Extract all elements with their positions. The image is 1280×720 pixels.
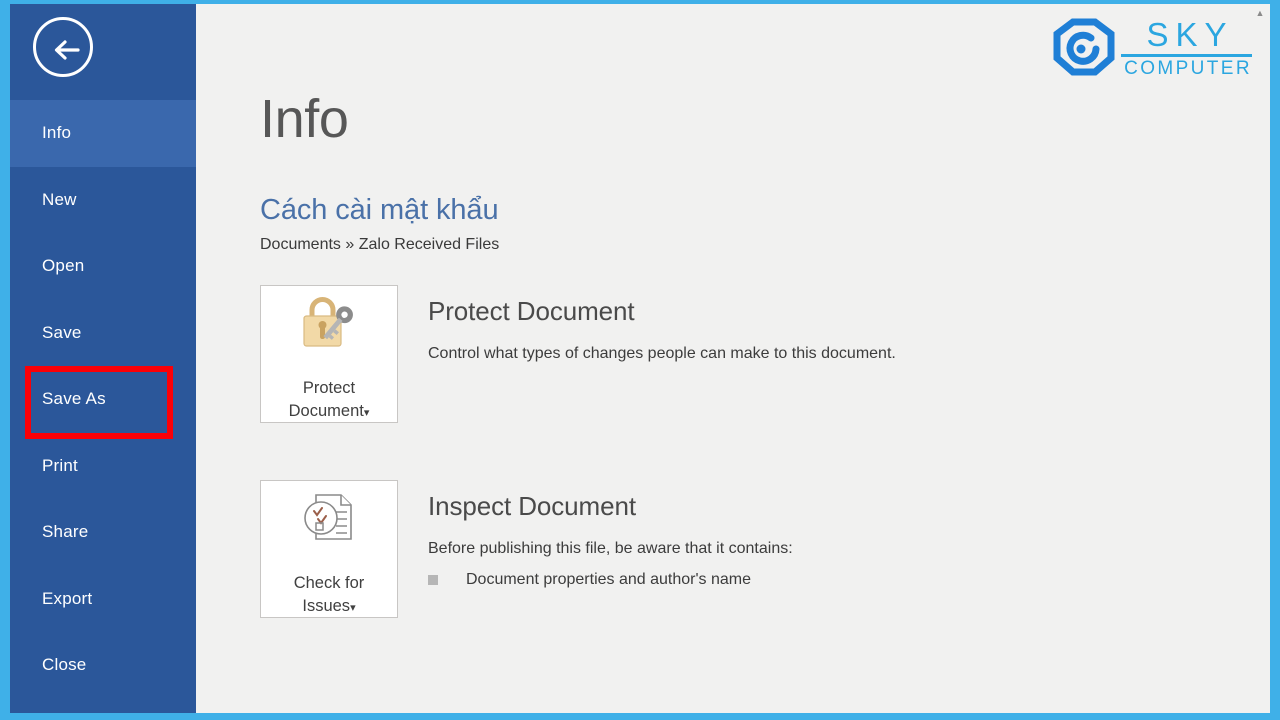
info-pane: ▲ Info Cách cài mật khẩu Documents » Zal… [196,4,1270,713]
sidebar-item-label: Save As [42,389,106,408]
inspect-document-heading: Inspect Document [428,491,636,522]
sidebar-item-close[interactable]: Close [10,632,196,699]
sidebar-item-label: Open [42,256,85,275]
page-title: Info [260,89,349,149]
padlock-key-icon [298,286,360,354]
list-item-label: Document properties and author's name [466,571,751,589]
sidebar-item-label: Share [42,522,89,541]
document-name: Cách cài mật khẩu [260,194,499,226]
back-arrow-icon[interactable] [33,17,93,77]
chevron-down-icon[interactable]: ▾ [364,407,370,419]
inspect-document-description: Before publishing this file, be aware th… [428,539,793,557]
protect-document-description: Control what types of changes people can… [428,344,896,362]
screen: Info New Open Save Save As Print Share E… [0,0,1280,720]
sidebar-item-label: Export [42,588,93,608]
protect-document-button-label: Protect Document▾ [288,378,370,420]
check-for-issues-button[interactable]: Check for Issues▾ [260,480,398,619]
backstage-nav-rail: Info New Open Save Save As Print Share E… [10,4,196,713]
sidebar-item-save[interactable]: Save [10,300,196,367]
sidebar-item-export[interactable]: Export [10,566,196,633]
chevron-down-icon[interactable]: ▾ [350,602,356,614]
check-for-issues-button-label: Check for Issues▾ [293,573,365,615]
backstage-view: Info New Open Save Save As Print Share E… [10,4,1270,713]
protect-document-heading: Protect Document [428,296,635,327]
list-item: Document properties and author's name [428,560,793,589]
sidebar-item-label: Print [42,455,78,475]
sidebar-item-share[interactable]: Share [10,499,196,566]
protect-document-section: Protect Document▾ Protect Document Contr… [260,254,1270,424]
protect-document-button[interactable]: Protect Document▾ [260,285,398,424]
sidebar-item-label: Info [42,123,72,142]
sidebar-item-label: New [42,189,77,209]
breadcrumb: Documents » Zalo Received Files [260,236,500,254]
document-check-icon [299,481,359,549]
sidebar-item-save-as[interactable]: Save As [10,366,196,433]
sidebar-item-print[interactable]: Print [10,433,196,500]
back-zone [10,4,196,100]
sidebar-item-info[interactable]: Info [10,100,196,167]
sidebar-item-label: Close [42,655,87,674]
sidebar-item-open[interactable]: Open [10,233,196,300]
sidebar-item-label: Save [42,322,82,342]
bullet-square-icon [428,575,438,586]
inspect-document-section: Check for Issues▾ Inspect Document Befor… [260,423,1270,619]
sidebar-item-new[interactable]: New [10,167,196,234]
